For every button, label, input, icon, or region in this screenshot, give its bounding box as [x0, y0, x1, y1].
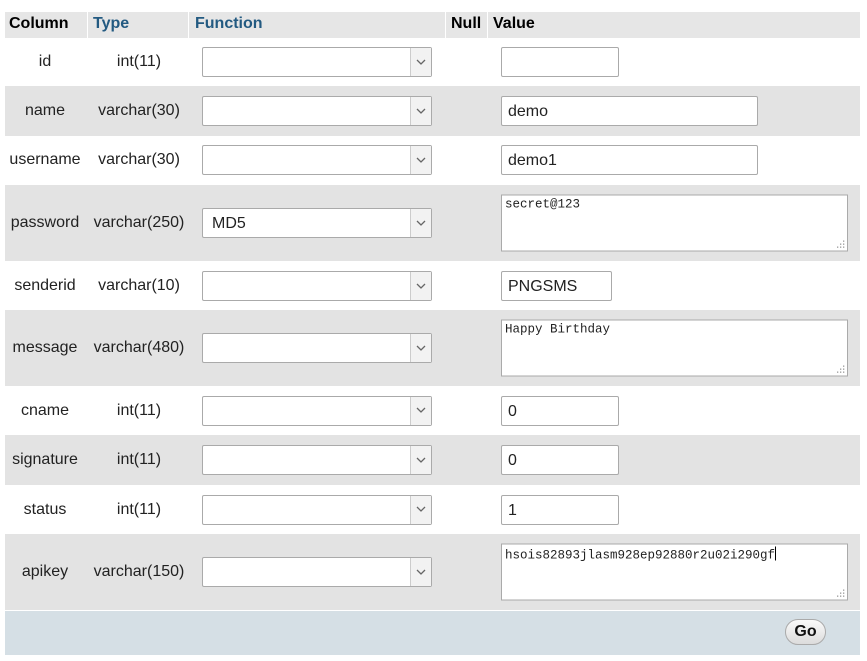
column-type: varchar(150)	[93, 563, 185, 580]
column-type: varchar(30)	[98, 102, 180, 119]
function-select[interactable]	[202, 271, 432, 301]
value-textarea[interactable]: hsois82893jlasm928ep92880r2u02i290gf	[501, 543, 848, 601]
table-row: name varchar(30) demo	[5, 86, 860, 136]
value-input[interactable]: PNGSMS	[501, 271, 612, 301]
value-input[interactable]: demo1	[501, 145, 758, 175]
header-function[interactable]: Function	[189, 12, 445, 38]
header-type[interactable]: Type	[88, 12, 188, 38]
chevron-down-icon[interactable]	[410, 495, 431, 524]
value-input[interactable]: 0	[501, 445, 619, 475]
column-name: username	[9, 151, 81, 168]
chevron-down-icon[interactable]	[410, 446, 431, 474]
table-row: cname int(11) 0	[5, 386, 860, 435]
column-name: id	[38, 53, 52, 70]
column-name: apikey	[21, 563, 69, 580]
insert-row-form: Column Type Function Null Value id int(1…	[0, 0, 867, 661]
value-textarea[interactable]: secret@123	[501, 194, 848, 252]
column-type: int(11)	[116, 401, 162, 419]
table-row: message varchar(480) Happy Birthday	[5, 310, 860, 386]
table-row: status int(11) 1	[5, 485, 860, 534]
function-select[interactable]	[202, 333, 432, 363]
chevron-down-icon[interactable]	[410, 48, 431, 76]
form-footer: Go	[5, 611, 860, 655]
header-null: Null	[446, 12, 487, 38]
chevron-down-icon[interactable]	[410, 272, 431, 300]
function-select[interactable]	[202, 47, 432, 77]
value-input[interactable]: 0	[501, 395, 619, 426]
value-input[interactable]: 1	[501, 494, 619, 525]
column-name: message	[12, 339, 78, 356]
table-row: id int(11)	[5, 39, 860, 85]
column-type: int(11)	[116, 500, 162, 518]
column-name: name	[24, 102, 66, 119]
function-select[interactable]	[202, 494, 432, 525]
column-type: varchar(30)	[98, 151, 180, 168]
resize-grip-icon[interactable]	[836, 365, 845, 374]
chevron-down-icon[interactable]	[410, 97, 431, 125]
chevron-down-icon[interactable]	[410, 396, 431, 425]
value-textarea[interactable]: Happy Birthday	[501, 319, 848, 377]
column-type: varchar(10)	[98, 277, 180, 294]
resize-grip-icon[interactable]	[836, 589, 845, 598]
column-type: varchar(250)	[93, 214, 185, 231]
chevron-down-icon[interactable]	[410, 334, 431, 362]
column-type: varchar(480)	[93, 339, 185, 356]
column-name: password	[10, 214, 80, 231]
table-row: signature int(11) 0	[5, 435, 860, 485]
function-select[interactable]: MD5	[202, 208, 432, 238]
table-row: username varchar(30) demo1	[5, 136, 860, 184]
column-name: senderid	[14, 277, 76, 294]
table-row: apikey varchar(150) hsois82893jlasm928ep…	[5, 534, 860, 610]
go-button[interactable]: Go	[785, 619, 826, 645]
column-type: int(11)	[116, 53, 162, 70]
value-input[interactable]: demo	[501, 96, 758, 126]
function-select[interactable]	[202, 557, 432, 587]
chevron-down-icon[interactable]	[410, 558, 431, 586]
chevron-down-icon[interactable]	[410, 209, 431, 237]
resize-grip-icon[interactable]	[836, 240, 845, 249]
function-select[interactable]	[202, 145, 432, 175]
function-select[interactable]	[202, 445, 432, 475]
function-select[interactable]	[202, 96, 432, 126]
value-input[interactable]	[501, 47, 619, 77]
text-cursor	[775, 546, 777, 561]
table-row: senderid varchar(10) PNGSMS	[5, 262, 860, 310]
column-type: int(11)	[116, 451, 162, 468]
table-row: password varchar(250) MD5 secret@123	[5, 185, 860, 261]
chevron-down-icon[interactable]	[410, 146, 431, 174]
header-column: Column	[5, 12, 87, 38]
column-name: status	[23, 500, 67, 518]
column-name: signature	[12, 451, 78, 468]
column-name: cname	[20, 401, 70, 419]
function-select[interactable]	[202, 395, 432, 426]
header-value: Value	[488, 12, 860, 38]
